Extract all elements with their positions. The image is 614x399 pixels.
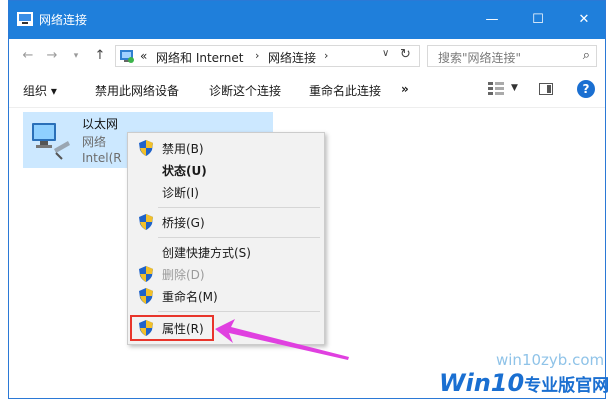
menu-item-diagnose[interactable]: 诊断(I)	[128, 181, 324, 203]
breadcrumb-separator[interactable]: ›	[255, 49, 259, 62]
menu-separator	[158, 311, 320, 312]
breadcrumb-network-connections[interactable]: 网络连接	[268, 49, 316, 66]
preview-pane-icon[interactable]	[539, 83, 553, 95]
rename-button[interactable]: 重命名此连接	[309, 82, 381, 99]
uac-shield-icon	[139, 288, 153, 304]
refresh-icon[interactable]: ↻	[400, 47, 411, 62]
menu-separator	[158, 207, 320, 208]
command-bar: 组织 ▾ 禁用此网络设备 诊断这个连接 重命名此连接 » ▼ ?	[9, 73, 605, 108]
forward-arrow-icon[interactable]: →	[43, 47, 61, 65]
uac-shield-icon	[139, 140, 153, 156]
minimize-button[interactable]: —	[469, 1, 515, 39]
watermark-brand: Win10专业版官网	[439, 369, 609, 397]
menu-item-bridge[interactable]: 桥接(G)	[128, 211, 324, 233]
back-arrow-icon[interactable]: ←	[19, 47, 37, 65]
search-placeholder: 搜索"网络连接"	[438, 51, 522, 65]
search-icon[interactable]: ⌕	[583, 48, 590, 63]
organize-menu-button[interactable]: 组织 ▾	[23, 82, 57, 99]
title-bar[interactable]: 网络连接 — ☐ ✕	[9, 1, 605, 39]
recent-locations-chevron-icon[interactable]: ▾	[67, 47, 85, 65]
network-connections-app-icon	[17, 12, 33, 26]
explorer-window: 网络连接 — ☐ ✕ ← → ▾ ↑ « 网络和 Internet › 网络连接…	[8, 0, 609, 399]
menu-item-label: 诊断(I)	[162, 186, 199, 200]
diagnose-button[interactable]: 诊断这个连接	[209, 82, 281, 99]
menu-item-label: 创建快捷方式(S)	[162, 246, 251, 260]
menu-item-disable[interactable]: 禁用(B)	[128, 137, 324, 159]
menu-item-create-shortcut[interactable]: 创建快捷方式(S)	[128, 241, 324, 263]
help-icon[interactable]: ?	[577, 80, 595, 98]
menu-item-label: 删除(D)	[162, 268, 205, 282]
menu-item-rename[interactable]: 重命名(M)	[128, 285, 324, 307]
connection-status: 网络	[82, 135, 107, 149]
up-arrow-icon[interactable]: ↑	[91, 47, 109, 65]
menu-separator	[158, 237, 320, 238]
uac-shield-icon	[139, 266, 153, 282]
control-panel-icon	[120, 50, 134, 63]
watermark-brand-latin: Win10	[439, 369, 525, 397]
disable-device-button[interactable]: 禁用此网络设备	[95, 82, 179, 99]
address-history-chevron-icon[interactable]: ∨	[382, 48, 389, 59]
view-options-chevron-icon[interactable]: ▼	[511, 83, 518, 93]
window-title: 网络连接	[39, 13, 88, 27]
more-commands-button[interactable]: »	[401, 82, 409, 96]
view-options-icon[interactable]	[487, 81, 505, 97]
address-bar: ← → ▾ ↑ « 网络和 Internet › 网络连接 › ∨ ↻ 搜索"网…	[9, 39, 605, 73]
breadcrumb-overflow[interactable]: «	[140, 49, 147, 63]
menu-item-delete: 删除(D)	[128, 263, 324, 285]
highlight-box	[130, 315, 214, 341]
watermark-brand-cn: 专业版官网	[524, 376, 610, 396]
pointer-arrow-annotation	[215, 319, 349, 360]
ethernet-adapter-icon	[32, 123, 70, 160]
menu-item-label: 状态(U)	[162, 164, 207, 178]
menu-item-status[interactable]: 状态(U)	[128, 159, 324, 181]
breadcrumb[interactable]: « 网络和 Internet › 网络连接 › ∨ ↻	[115, 45, 420, 67]
breadcrumb-network-internet[interactable]: 网络和 Internet	[156, 49, 243, 66]
breadcrumb-separator[interactable]: ›	[324, 49, 328, 62]
menu-item-label: 禁用(B)	[162, 142, 204, 156]
search-input[interactable]: 搜索"网络连接" ⌕	[427, 45, 597, 67]
uac-shield-icon	[139, 214, 153, 230]
connection-device: Intel(R	[82, 151, 122, 165]
menu-item-label: 桥接(G)	[162, 216, 205, 230]
connection-name: 以太网	[82, 117, 119, 131]
menu-item-label: 重命名(M)	[162, 290, 218, 304]
watermark-site: win10zyb.com	[496, 351, 605, 369]
close-button[interactable]: ✕	[561, 1, 607, 39]
maximize-button[interactable]: ☐	[515, 1, 561, 39]
